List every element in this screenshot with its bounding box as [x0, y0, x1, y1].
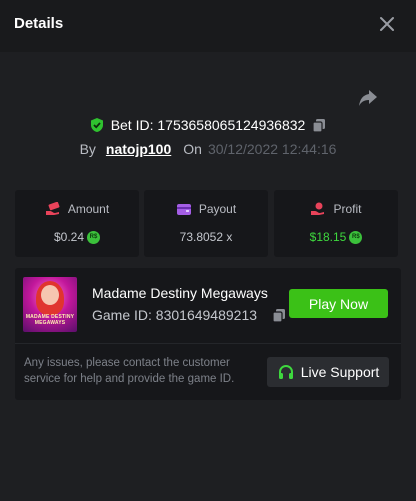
game-id: Game ID: 8301649489213	[92, 307, 258, 323]
amount-label: Amount	[67, 202, 110, 216]
page-title: Details	[14, 15, 64, 32]
share-icon[interactable]	[357, 88, 379, 108]
bet-id-row: Bet ID: 1753658065124936832	[0, 115, 416, 135]
thumbnail-face	[41, 285, 59, 305]
thumbnail-logo-text: MADAME DESTINY MEGAWAYS	[25, 314, 75, 326]
coin-icon: R$	[349, 230, 363, 244]
live-support-button[interactable]: Live Support	[267, 357, 389, 387]
game-id-row: Game ID: 8301649489213	[92, 307, 287, 323]
game-card: MADAME DESTINY MEGAWAYS Madame Destiny M…	[15, 268, 401, 400]
payout-label: Payout	[198, 202, 237, 216]
copy-bet-id-icon[interactable]	[311, 117, 327, 133]
on-label: On	[183, 141, 202, 157]
play-now-button[interactable]: Play Now	[289, 289, 388, 318]
username-link[interactable]: natojp100	[106, 141, 171, 157]
bet-meta-row: By natojp100 On 30/12/2022 12:44:16	[0, 139, 416, 159]
amount-value: $0.24	[53, 230, 85, 244]
by-label: By	[79, 141, 96, 157]
profit-label: Profit	[333, 202, 362, 216]
divider	[15, 343, 401, 344]
payout-card: Payout 73.8052 x	[144, 190, 268, 257]
game-name: Madame Destiny Megaways	[92, 285, 268, 301]
profit-value: $18.15	[309, 230, 347, 244]
verified-shield-icon	[90, 118, 103, 132]
amount-card: Amount $0.24 R$	[15, 190, 139, 257]
game-thumbnail[interactable]: MADAME DESTINY MEGAWAYS	[23, 277, 77, 332]
headset-icon	[278, 364, 293, 379]
coin-icon: R$	[87, 230, 101, 244]
wallet-icon	[176, 204, 191, 215]
support-message: Any issues, please contact the customer …	[24, 357, 235, 385]
live-support-label: Live Support	[300, 364, 380, 380]
details-header: Details	[0, 0, 416, 52]
bet-datetime: 30/12/2022 12:44:16	[207, 141, 337, 157]
money-hand-icon	[45, 202, 60, 215]
close-icon[interactable]	[377, 14, 397, 34]
profit-hand-icon	[311, 202, 325, 215]
profit-card: Profit $18.15 R$	[274, 190, 398, 257]
payout-value: 73.8052 x	[179, 230, 233, 244]
copy-game-id-icon[interactable]	[271, 307, 287, 323]
bet-id: Bet ID: 1753658065124936832	[110, 117, 306, 133]
